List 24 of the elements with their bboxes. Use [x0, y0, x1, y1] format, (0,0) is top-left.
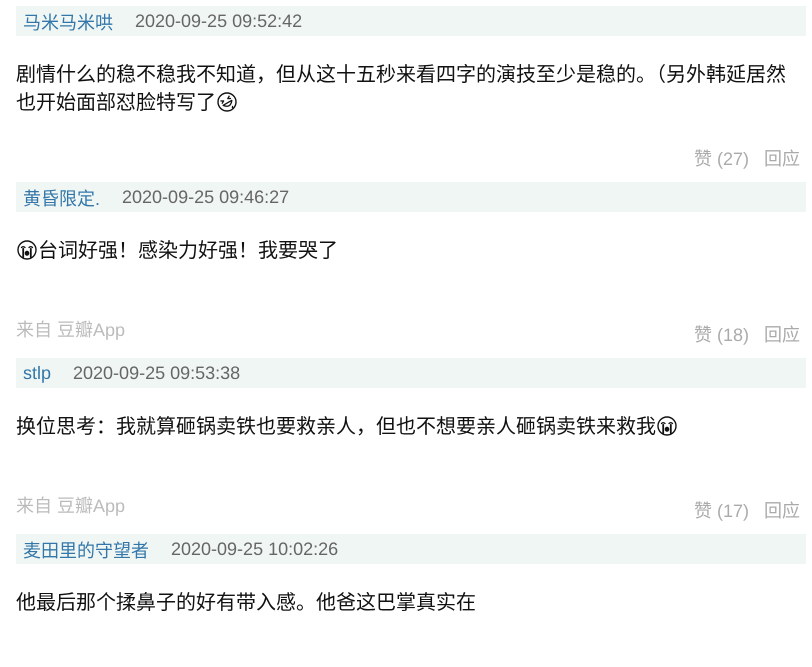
- reply-link[interactable]: 回应: [764, 496, 800, 522]
- like-link[interactable]: 赞 (27): [694, 144, 749, 170]
- author-link[interactable]: 马米马米哄: [23, 8, 113, 34]
- reply-link[interactable]: 回应: [764, 144, 800, 170]
- laughing-face-icon: [217, 92, 237, 112]
- crying-face-icon: [657, 416, 677, 436]
- comment-text: 也开始面部怼脸特写了: [16, 92, 216, 114]
- author-link[interactable]: 麦田里的守望者: [23, 536, 149, 562]
- comment-time: 2020-09-25 09:46:27: [122, 186, 290, 208]
- comment-text: 台词好强！感染力好强！我要哭了: [38, 240, 338, 262]
- like-link[interactable]: 赞 (17): [694, 496, 749, 522]
- comment-text: 他最后那个揉鼻子的好有带入感。他爸这巴掌真实在: [16, 592, 476, 614]
- like-link[interactable]: 赞 (18): [694, 320, 749, 346]
- comment-text: 剧情什么的稳不稳我不知道，但从这十五秒来看四字的演技至少是稳的。（另外韩延居然: [16, 64, 786, 86]
- comment-text: 换位思考：我就算砸锅卖铁也要救亲人，但也不想要亲人砸锅卖铁来救我: [16, 416, 656, 438]
- source-text: 来自 豆瓣App: [16, 319, 126, 342]
- source-text: 来自 豆瓣App: [16, 495, 126, 518]
- comment-time: 2020-09-25 09:52:42: [135, 10, 302, 32]
- author-link[interactable]: 黄昏限定.: [23, 184, 100, 210]
- reply-link[interactable]: 回应: [764, 320, 800, 346]
- comment-time: 2020-09-25 09:53:38: [73, 362, 240, 384]
- author-link[interactable]: stlp: [23, 362, 52, 384]
- crying-face-icon: [17, 240, 37, 260]
- comment-time: 2020-09-25 10:02:26: [171, 538, 338, 560]
